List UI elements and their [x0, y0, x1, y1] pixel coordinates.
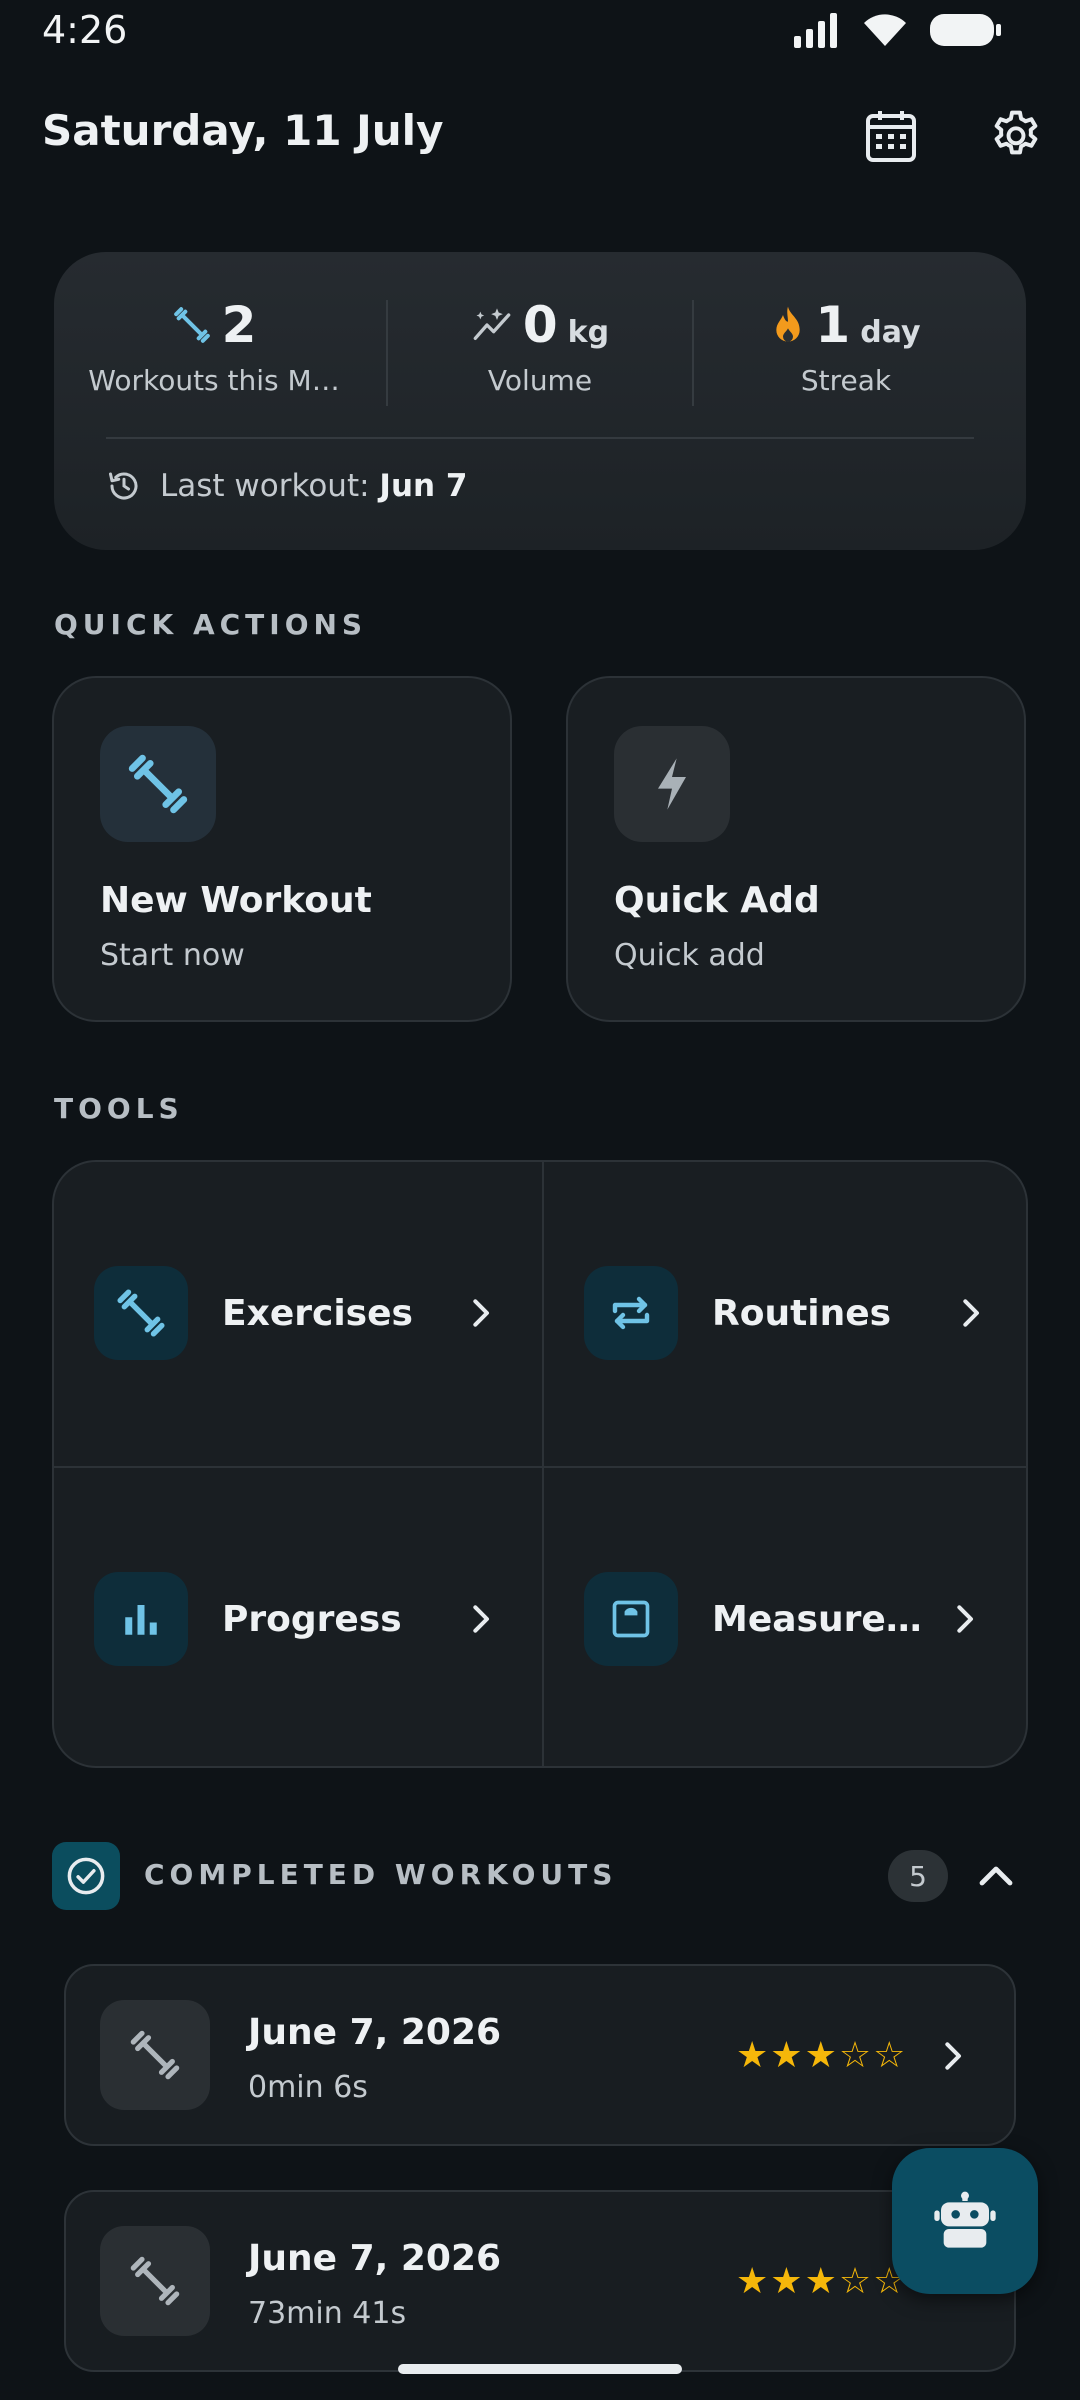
- robot-icon: [934, 2191, 996, 2248]
- workout-rating: ★ ★ ★ ☆ ☆: [736, 2036, 905, 2076]
- gear-icon: [994, 110, 1038, 155]
- volume-value: 0: [522, 296, 558, 354]
- completed-count-badge: 5: [888, 1850, 948, 1902]
- quick-add-title: Quick Add: [614, 880, 820, 921]
- workout-row[interactable]: June 7, 2026 0min 6s ★ ★ ★ ☆ ☆: [64, 1964, 1016, 2146]
- workouts-count: 2: [221, 296, 257, 354]
- battery-icon: [930, 14, 1001, 46]
- chevron-right-icon: [963, 1299, 979, 1327]
- new-workout-title: New Workout: [100, 880, 372, 921]
- tool-label: Routines: [712, 1292, 892, 1334]
- collapse-button[interactable]: [972, 1852, 1020, 1900]
- star-empty-icon: ☆: [873, 2035, 906, 2076]
- workout-row[interactable]: June 7, 2026 73min 41s ★ ★ ★ ☆ ☆: [64, 2190, 1016, 2372]
- chevron-up-icon: [979, 1866, 1013, 1886]
- workout-rating: ★ ★ ★ ☆ ☆: [736, 2262, 905, 2302]
- streak-value: 1: [815, 296, 851, 354]
- dumbbell-icon: [117, 1289, 165, 1337]
- stat-workouts: 2 Workouts this M…: [64, 296, 364, 397]
- workout-date: June 7, 2026: [248, 2012, 502, 2053]
- star-filled-icon: ★: [736, 2261, 769, 2302]
- quick-actions-heading: QUICK ACTIONS: [54, 608, 368, 641]
- qa-icon-box: [100, 726, 216, 842]
- star-filled-icon: ★: [770, 2261, 803, 2302]
- workouts-label: Workouts this M…: [88, 364, 340, 397]
- star-empty-icon: ☆: [838, 2261, 872, 2302]
- star-filled-icon: ★: [804, 2035, 837, 2076]
- streak-unit: day: [860, 315, 921, 350]
- new-workout-subtitle: Start now: [100, 938, 245, 973]
- check-circle-icon: [67, 1857, 105, 1895]
- repeat-icon: [612, 1296, 650, 1330]
- dumbbell-icon: [130, 2256, 180, 2306]
- sparkle-trend-icon: [473, 308, 511, 340]
- dumbbell-icon: [130, 2030, 180, 2080]
- tools-heading: TOOLS: [54, 1092, 184, 1125]
- completed-workouts-heading: COMPLETED WORKOUTS: [144, 1858, 618, 1891]
- stats-card: 2 Workouts this M… 0 kg Volume 1 day Str…: [54, 252, 1026, 550]
- status-time: 4:26: [42, 8, 128, 52]
- tool-exercises[interactable]: Exercises: [54, 1162, 540, 1464]
- bar-chart-icon: [125, 1605, 157, 1635]
- star-empty-icon: ☆: [838, 2035, 872, 2076]
- scale-icon: [612, 1600, 650, 1638]
- qa-icon-box: [614, 726, 730, 842]
- assistant-fab[interactable]: [892, 2148, 1038, 2294]
- last-workout-date: Jun 7: [379, 468, 468, 504]
- lightning-icon: [658, 758, 686, 810]
- star-filled-icon: ★: [736, 2035, 769, 2076]
- star-filled-icon: ★: [804, 2261, 837, 2302]
- chevron-right-icon: [473, 1299, 489, 1327]
- volume-label: Volume: [487, 364, 593, 397]
- dumbbell-icon: [128, 754, 188, 814]
- quick-add-card[interactable]: Quick Add Quick add: [566, 676, 1026, 1022]
- signal-icon: [794, 13, 837, 48]
- volume-unit: kg: [567, 315, 610, 350]
- status-icons: [794, 12, 1002, 48]
- workout-duration: 0min 6s: [248, 2070, 368, 2105]
- home-indicator: [398, 2364, 682, 2374]
- calendar-icon: [866, 111, 916, 162]
- last-workout-prefix: Last workout:: [160, 468, 370, 504]
- stat-volume: 0 kg Volume: [390, 296, 690, 397]
- tool-routines[interactable]: Routines: [544, 1162, 1026, 1464]
- workout-date: June 7, 2026: [248, 2238, 502, 2279]
- new-workout-card[interactable]: New Workout Start now: [52, 676, 512, 1022]
- history-icon: [109, 472, 138, 500]
- tool-label: Progress: [222, 1598, 402, 1640]
- tool-progress[interactable]: Progress: [54, 1468, 540, 1766]
- last-workout: Last workout: Jun 7: [106, 468, 467, 504]
- tool-measurements[interactable]: Measurem…: [544, 1468, 1026, 1766]
- fire-icon: [776, 306, 801, 342]
- workout-duration: 73min 41s: [248, 2296, 407, 2331]
- chevron-right-icon: [957, 1605, 973, 1633]
- chevron-right-icon: [945, 2042, 961, 2070]
- streak-label: Streak: [800, 364, 892, 397]
- tools-grid: Exercises Routines Progress Measurem…: [52, 1160, 1028, 1768]
- stat-streak: 1 day Streak: [696, 296, 996, 397]
- calendar-button[interactable]: [851, 96, 931, 176]
- completed-check-badge: [52, 1842, 120, 1910]
- dumbbell-icon: [173, 307, 210, 343]
- star-filled-icon: ★: [770, 2035, 803, 2076]
- page-title: Saturday, 11 July: [42, 106, 444, 155]
- wifi-icon: [864, 14, 906, 46]
- settings-button[interactable]: [976, 96, 1056, 176]
- chevron-right-icon: [473, 1605, 489, 1633]
- tool-label: Measurem…: [712, 1598, 952, 1640]
- quick-add-subtitle: Quick add: [614, 938, 765, 973]
- tool-label: Exercises: [222, 1292, 413, 1334]
